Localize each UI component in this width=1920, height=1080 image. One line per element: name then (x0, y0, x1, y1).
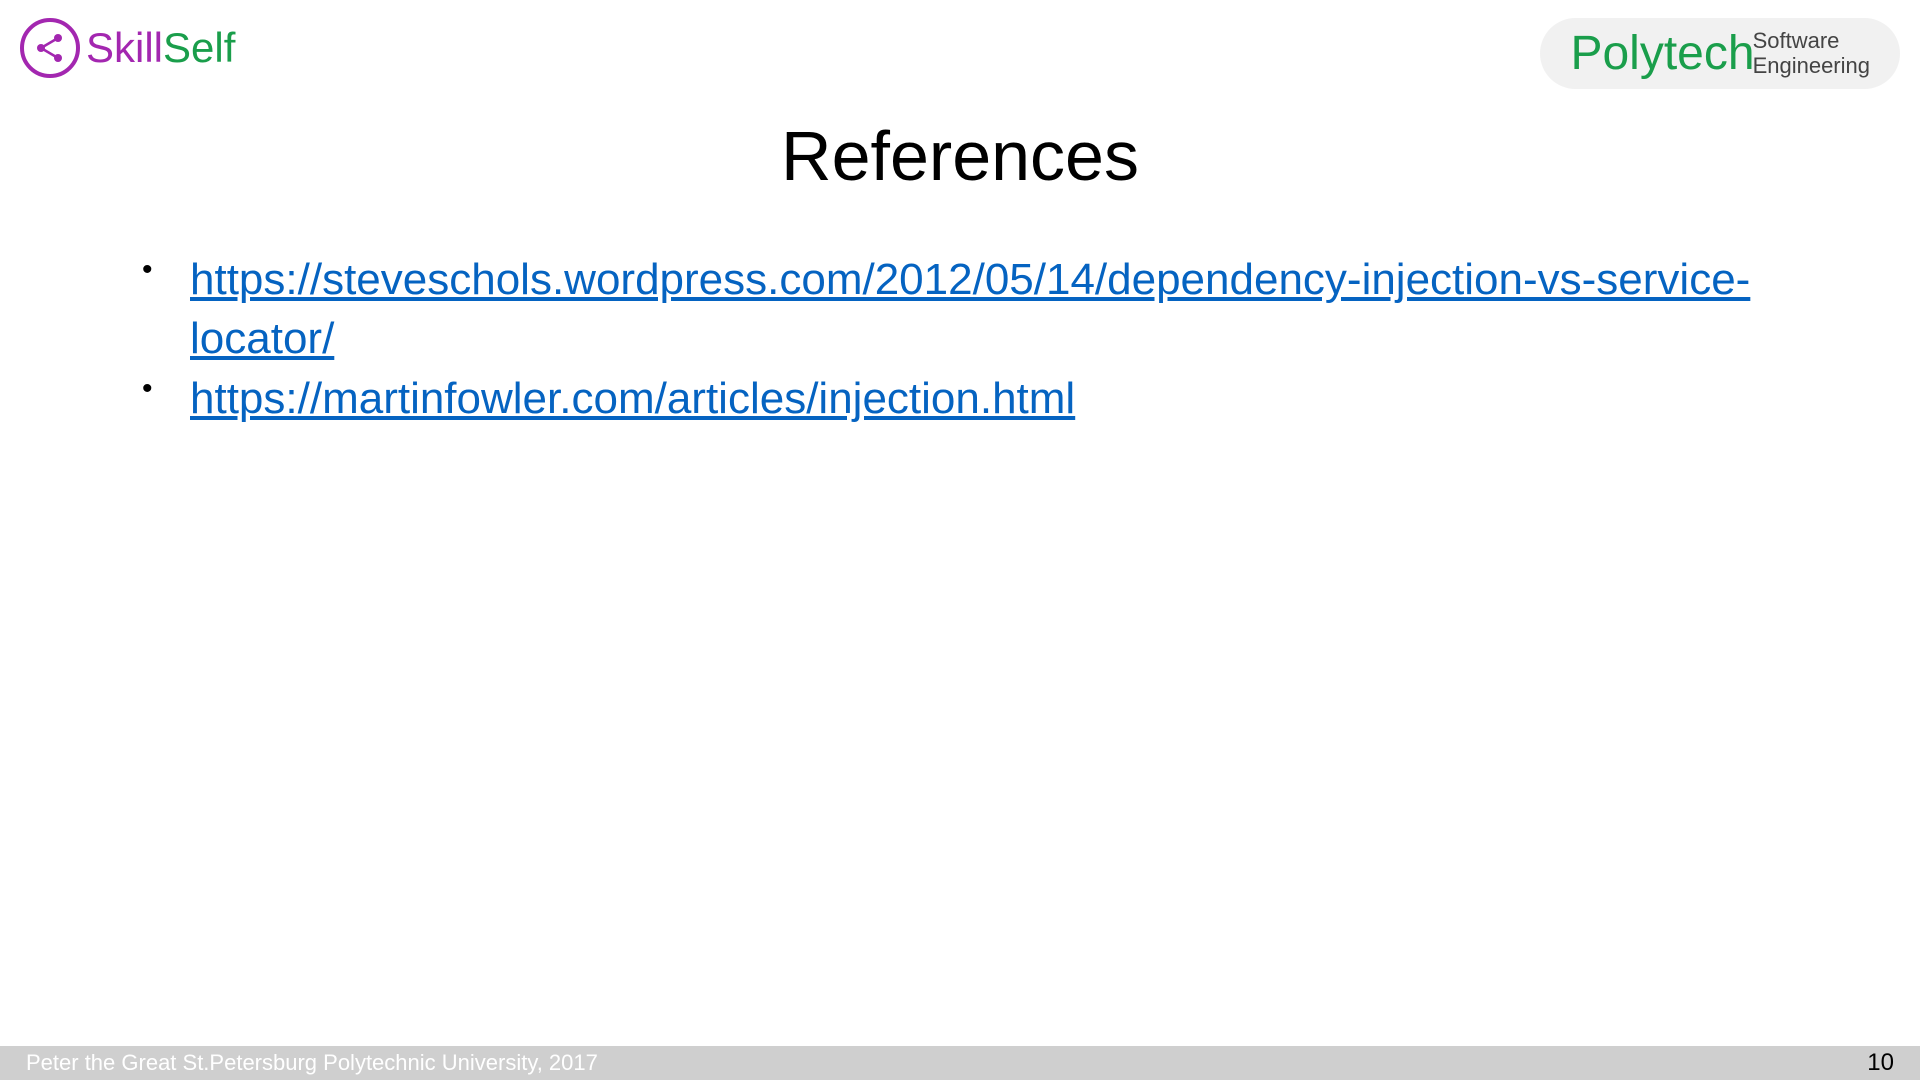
reference-item: https://steveschols.wordpress.com/2012/0… (130, 250, 1800, 369)
page-number: 10 (1867, 1049, 1894, 1077)
polytech-word: Polytech (1570, 26, 1754, 81)
se-line-2: Engineering (1753, 54, 1870, 78)
slide-body: https://steveschols.wordpress.com/2012/0… (130, 250, 1800, 428)
logo-word-skill: Skill (86, 24, 163, 71)
share-icon (20, 18, 80, 78)
software-engineering-label: Software Engineering (1753, 29, 1870, 77)
reference-item: https://martinfowler.com/articles/inject… (130, 369, 1800, 428)
slide-footer: Peter the Great St.Petersburg Polytechni… (0, 1046, 1920, 1080)
references-list: https://steveschols.wordpress.com/2012/0… (130, 250, 1800, 428)
logo-polytech: Polytech Software Engineering (1540, 18, 1900, 89)
slide-title: References (0, 116, 1920, 196)
footer-text: Peter the Great St.Petersburg Polytechni… (26, 1050, 598, 1076)
reference-link[interactable]: https://martinfowler.com/articles/inject… (190, 374, 1075, 423)
se-line-1: Software (1753, 29, 1870, 53)
slide-header: SkillSelf Polytech Software Engineering (20, 18, 1900, 89)
reference-link[interactable]: https://steveschols.wordpress.com/2012/0… (190, 255, 1750, 363)
logo-skillself: SkillSelf (20, 18, 235, 78)
skillself-wordmark: SkillSelf (86, 24, 235, 72)
logo-word-self: Self (163, 24, 235, 71)
